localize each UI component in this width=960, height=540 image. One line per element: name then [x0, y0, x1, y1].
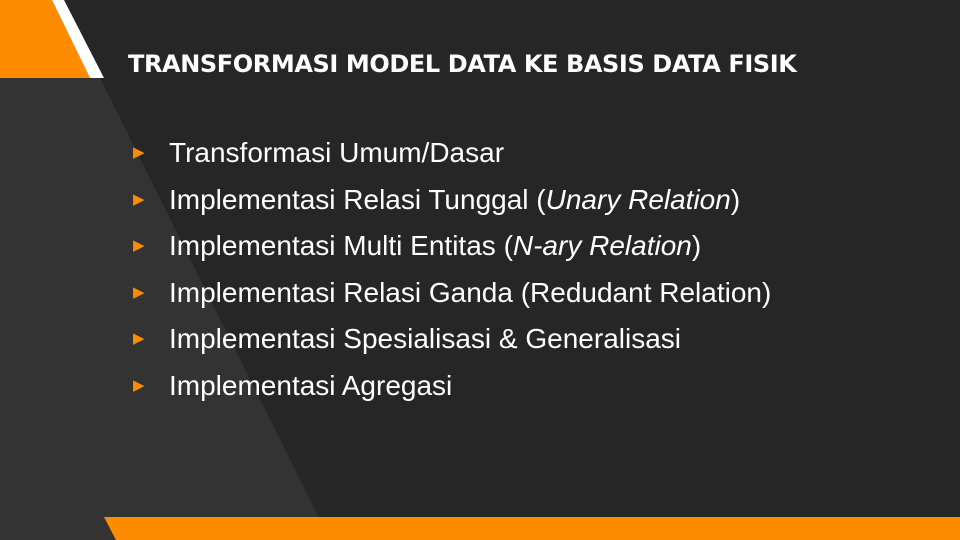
bullet-text: Transformasi Umum/Dasar	[169, 137, 505, 168]
bullet-text: Implementasi Spesialisasi & Generalisasi	[169, 323, 681, 354]
bullet-text: Implementasi Relasi Tunggal (	[169, 183, 546, 215]
bullet-item: Transformasi Umum/Dasar	[133, 130, 771, 177]
bullet-item: Implementasi Relasi Ganda (Redudant Rela…	[133, 270, 771, 317]
triangle-right-icon	[133, 223, 145, 270]
bullet-text: Implementasi Agregasi	[169, 369, 453, 401]
slide-title: TRANSFORMASI MODEL DATA KE BASIS DATA FI…	[128, 50, 797, 78]
bullet-text-italic: N-ary Relation	[512, 230, 692, 261]
triangle-right-icon	[133, 177, 145, 224]
slide: TRANSFORMASI MODEL DATA KE BASIS DATA FI…	[0, 0, 960, 540]
bottom-orange-bar	[104, 517, 960, 540]
bullet-text-suffix: )	[730, 183, 741, 215]
triangle-right-icon	[133, 363, 145, 410]
bullet-item: Implementasi Multi Entitas (N-ary Relati…	[133, 223, 771, 270]
triangle-right-icon	[133, 270, 145, 317]
bullet-text-suffix: )	[691, 230, 702, 261]
bullet-text-italic: Unary Relation	[545, 183, 731, 215]
bullet-item: Implementasi Spesialisasi & Generalisasi	[133, 316, 771, 363]
bullet-item: Implementasi Agregasi	[133, 363, 771, 410]
bullet-text: Implementasi Relasi Ganda (Redudant Rela…	[169, 276, 772, 308]
bullet-item: Implementasi Relasi Tunggal (Unary Relat…	[133, 177, 771, 224]
bullet-text: Implementasi Multi Entitas (	[169, 230, 513, 261]
triangle-right-icon	[133, 316, 145, 363]
bullet-list: Transformasi Umum/Dasar Implementasi Rel…	[133, 130, 771, 409]
triangle-right-icon	[133, 130, 145, 177]
